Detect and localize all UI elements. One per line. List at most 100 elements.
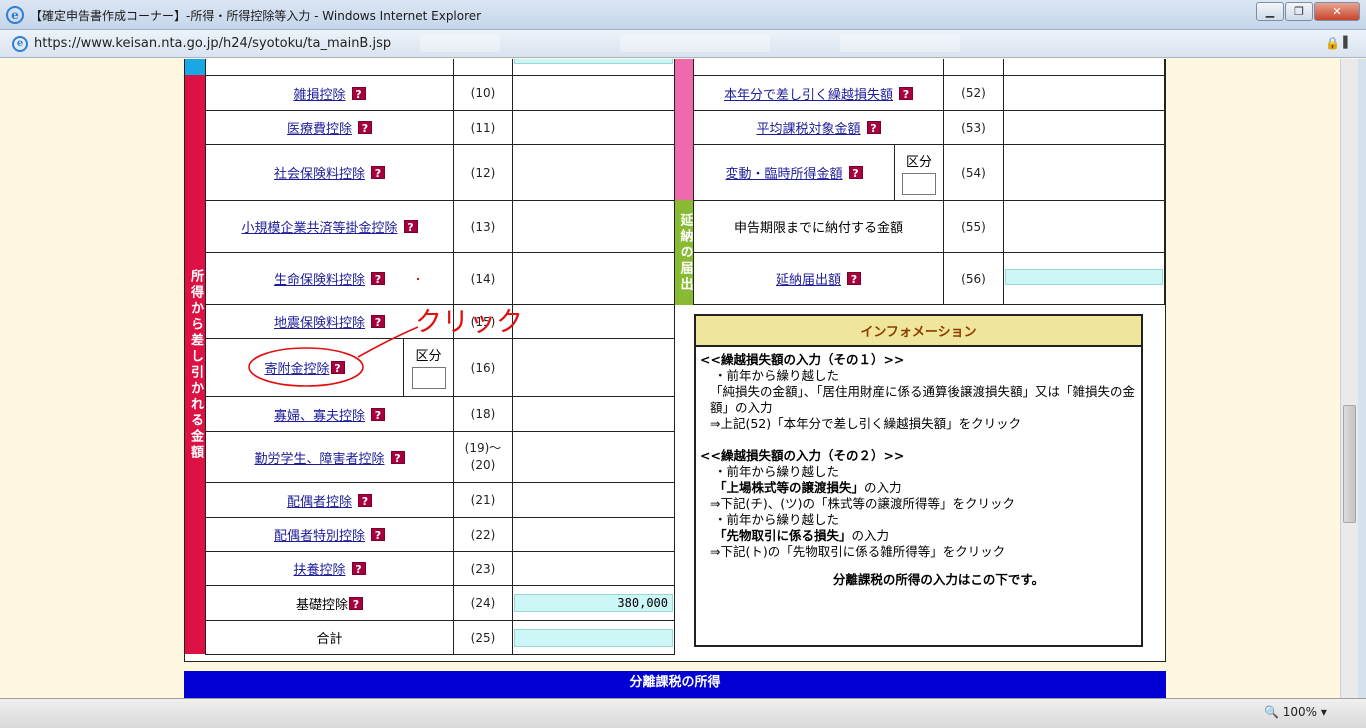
- row-heikin-kazei: 平均課税対象金額?: [693, 110, 944, 145]
- row-link[interactable]: 平均課税対象金額: [756, 118, 860, 137]
- row-value: [512, 396, 675, 432]
- help-icon[interactable]: ?: [371, 407, 385, 422]
- row-iryohi: 医療費控除?: [205, 110, 454, 145]
- vertical-scrollbar[interactable]: [1340, 59, 1358, 698]
- row-number: (53): [943, 110, 1004, 145]
- help-icon[interactable]: ?: [351, 86, 366, 101]
- row-link[interactable]: 勤労学生、障害者控除: [254, 448, 384, 467]
- row-label: 申告期限までに納付する金額: [733, 221, 903, 236]
- address-bar[interactable]: e https://www.keisan.nta.go.jp/h24/syoto…: [0, 30, 1366, 58]
- kubun-label: 区分: [905, 155, 932, 170]
- cutoff-cell: [453, 59, 513, 76]
- info-line: の入力: [864, 480, 902, 495]
- maximize-button[interactable]: ❐: [1285, 2, 1313, 21]
- security-dropdown-icon[interactable]: ▐: [1339, 36, 1347, 49]
- row-link[interactable]: 本年分で差し引く繰越損失額: [724, 84, 893, 103]
- row-value: [512, 75, 675, 111]
- row-number: (23): [453, 551, 513, 586]
- row-value: [512, 551, 675, 586]
- help-icon[interactable]: ?: [351, 562, 366, 576]
- kubun-cell: 区分: [894, 144, 944, 201]
- minimize-button[interactable]: ▁: [1256, 2, 1284, 21]
- row-link[interactable]: 寡婦、寡夫控除: [274, 405, 365, 424]
- help-icon[interactable]: ?: [403, 220, 418, 234]
- row-number: (22): [453, 517, 513, 552]
- help-icon[interactable]: ?: [899, 86, 913, 101]
- annotation-line: [357, 326, 419, 358]
- row-number: (54): [943, 144, 1004, 201]
- info-line: ・前年から繰り越した: [714, 512, 840, 527]
- row-shakai-hoken: 社会保険料控除?: [205, 144, 454, 201]
- row-number: (52): [943, 75, 1004, 111]
- help-icon[interactable]: ?: [349, 596, 363, 611]
- row-link[interactable]: 小規模企業共済等掛金控除: [241, 217, 397, 236]
- row-value: [1003, 144, 1165, 201]
- help-icon[interactable]: ?: [371, 528, 385, 542]
- row-link[interactable]: 配偶者控除: [287, 491, 352, 510]
- row-link[interactable]: 扶養控除: [293, 559, 345, 578]
- row-link[interactable]: 生命保険料控除: [274, 269, 365, 288]
- info-line: 分離課税の所得の入力はこの下です。: [832, 572, 1045, 587]
- row-link[interactable]: 延納届出額: [776, 269, 841, 288]
- row-kinro-gakusei: 勤労学生、障害者控除?: [205, 431, 454, 483]
- help-icon[interactable]: ?: [847, 272, 861, 286]
- row-number: (11): [453, 110, 513, 145]
- deduction-band: 所得から差し引かれる金額: [185, 75, 205, 654]
- kubun-input[interactable]: [902, 173, 936, 195]
- blue-band-stub: [185, 59, 205, 75]
- lock-icon[interactable]: 🔒: [1325, 36, 1340, 50]
- ghost-tab: [420, 35, 500, 52]
- close-button[interactable]: ✕: [1314, 2, 1360, 21]
- ghost-tab: [840, 35, 960, 52]
- row-link[interactable]: 医療費控除: [287, 118, 352, 137]
- pink-band: [675, 75, 694, 200]
- row-value: [1003, 252, 1165, 305]
- row-number: (21): [453, 482, 513, 518]
- info-line: ・前年から繰り越した: [714, 368, 840, 383]
- ie-logo-icon: e: [6, 6, 24, 24]
- zoom-icon: 🔍: [1264, 705, 1279, 719]
- row-number: (55): [943, 200, 1004, 253]
- help-icon[interactable]: ?: [358, 121, 372, 135]
- row-value: [512, 200, 675, 253]
- enno-band-label: 延納の届出: [677, 212, 693, 293]
- help-icon[interactable]: ?: [848, 166, 863, 180]
- row-kiso: 基礎控除?: [205, 585, 454, 621]
- row-value: [1003, 200, 1165, 253]
- red-dot: [417, 278, 419, 280]
- help-icon[interactable]: ?: [358, 493, 372, 508]
- row-link[interactable]: 社会保険料控除: [274, 163, 365, 182]
- row-link[interactable]: 変動・臨時所得金額: [725, 163, 842, 182]
- window-title: 【確定申告書作成コーナー】-所得・所得控除等入力 - Windows Inter…: [30, 9, 482, 23]
- row-link[interactable]: 雑損控除: [293, 84, 345, 103]
- info-line: ⇒下記(チ)、(ツ)の「株式等の譲渡所得等」をクリック: [710, 496, 1015, 511]
- row-link[interactable]: 配偶者特別控除: [274, 525, 365, 544]
- cutoff-cell: [943, 59, 1004, 76]
- zoom-control[interactable]: 🔍 100% ▾: [1264, 705, 1327, 719]
- row-haigusha-tokubetsu: 配偶者特別控除?: [205, 517, 454, 552]
- info-panel: インフォメーション <<繰越損失額の入力（その１）>> ・前年から繰り越した 「…: [694, 314, 1143, 647]
- row-value: [512, 431, 675, 483]
- help-icon[interactable]: ?: [371, 272, 385, 286]
- row-value: [512, 252, 675, 305]
- row-hendo-rinji: 変動・臨時所得金額?: [693, 144, 895, 201]
- help-icon[interactable]: ?: [390, 450, 405, 465]
- cutoff-input[interactable]: [514, 59, 673, 64]
- row-value: [1003, 110, 1165, 145]
- annotation-text: クリック: [415, 307, 523, 338]
- row-number: (14): [453, 252, 513, 305]
- row-nofu-kingaku: 申告期限までに納付する金額: [693, 200, 944, 253]
- row-number: (18): [453, 396, 513, 432]
- info-header: インフォメーション: [696, 316, 1141, 347]
- info-line: 「純損失の金額」、「居住用財産に係る通算後譲渡損失額」又は「雑損失の金額」の入力: [710, 384, 1136, 415]
- row-haigusha: 配偶者控除?: [205, 482, 454, 518]
- row-value: 380,000: [512, 585, 675, 621]
- row-value: [1003, 75, 1165, 111]
- url-text[interactable]: https://www.keisan.nta.go.jp/h24/syotoku…: [34, 36, 391, 51]
- row-total: 合計: [205, 620, 454, 655]
- cutoff-cell: [512, 59, 675, 76]
- scrollbar-thumb[interactable]: [1343, 405, 1356, 523]
- help-icon[interactable]: ?: [371, 166, 385, 180]
- info-line: ⇒上記(52)「本年分で差し引く繰越損失額」をクリック: [710, 416, 1022, 431]
- help-icon[interactable]: ?: [866, 121, 881, 135]
